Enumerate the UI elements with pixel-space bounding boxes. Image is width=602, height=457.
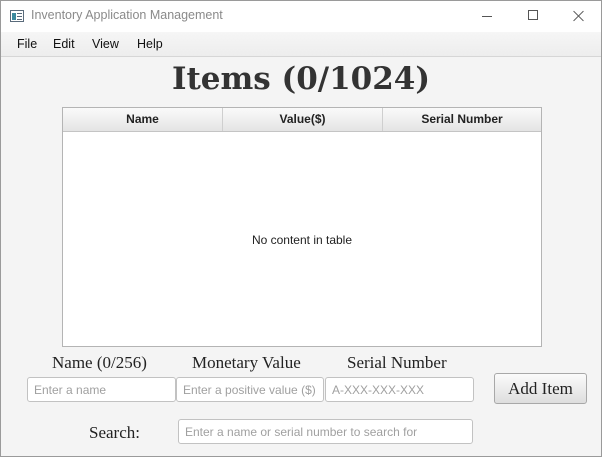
serial-number-label: Serial Number — [347, 353, 447, 372]
menu-bar: File Edit View Help — [1, 32, 601, 57]
name-input[interactable] — [27, 377, 176, 402]
menu-edit[interactable]: Edit — [53, 37, 75, 51]
maximize-button[interactable] — [510, 1, 556, 32]
table-empty-message: No content in table — [251, 233, 353, 247]
serial-number-input[interactable] — [325, 377, 474, 402]
page-title: Items (0/1024) — [171, 61, 431, 97]
application-window: Inventory Application Management File Ed… — [0, 0, 602, 457]
close-icon — [573, 10, 585, 22]
minimize-icon — [482, 16, 492, 17]
maximize-icon — [528, 10, 538, 20]
items-table[interactable]: Name Value($) Serial Number No content i… — [62, 107, 542, 347]
column-header-name[interactable]: Name — [63, 108, 223, 131]
menu-view[interactable]: View — [92, 37, 119, 51]
title-bar[interactable]: Inventory Application Management — [1, 1, 601, 32]
app-window-icon — [10, 10, 24, 22]
menu-help[interactable]: Help — [137, 37, 163, 51]
menu-file[interactable]: File — [17, 37, 37, 51]
close-button[interactable] — [556, 1, 602, 32]
search-input[interactable] — [178, 419, 473, 444]
window-title: Inventory Application Management — [31, 8, 223, 22]
monetary-value-label: Monetary Value — [192, 353, 301, 372]
column-header-value[interactable]: Value($) — [223, 108, 383, 131]
monetary-value-input[interactable] — [176, 377, 324, 402]
minimize-button[interactable] — [464, 1, 510, 32]
search-label: Search: — [89, 423, 140, 442]
table-header: Name Value($) Serial Number — [63, 108, 541, 132]
name-label: Name (0/256) — [52, 353, 147, 372]
add-item-button[interactable]: Add Item — [494, 373, 587, 404]
column-header-serial-number[interactable]: Serial Number — [383, 108, 541, 131]
